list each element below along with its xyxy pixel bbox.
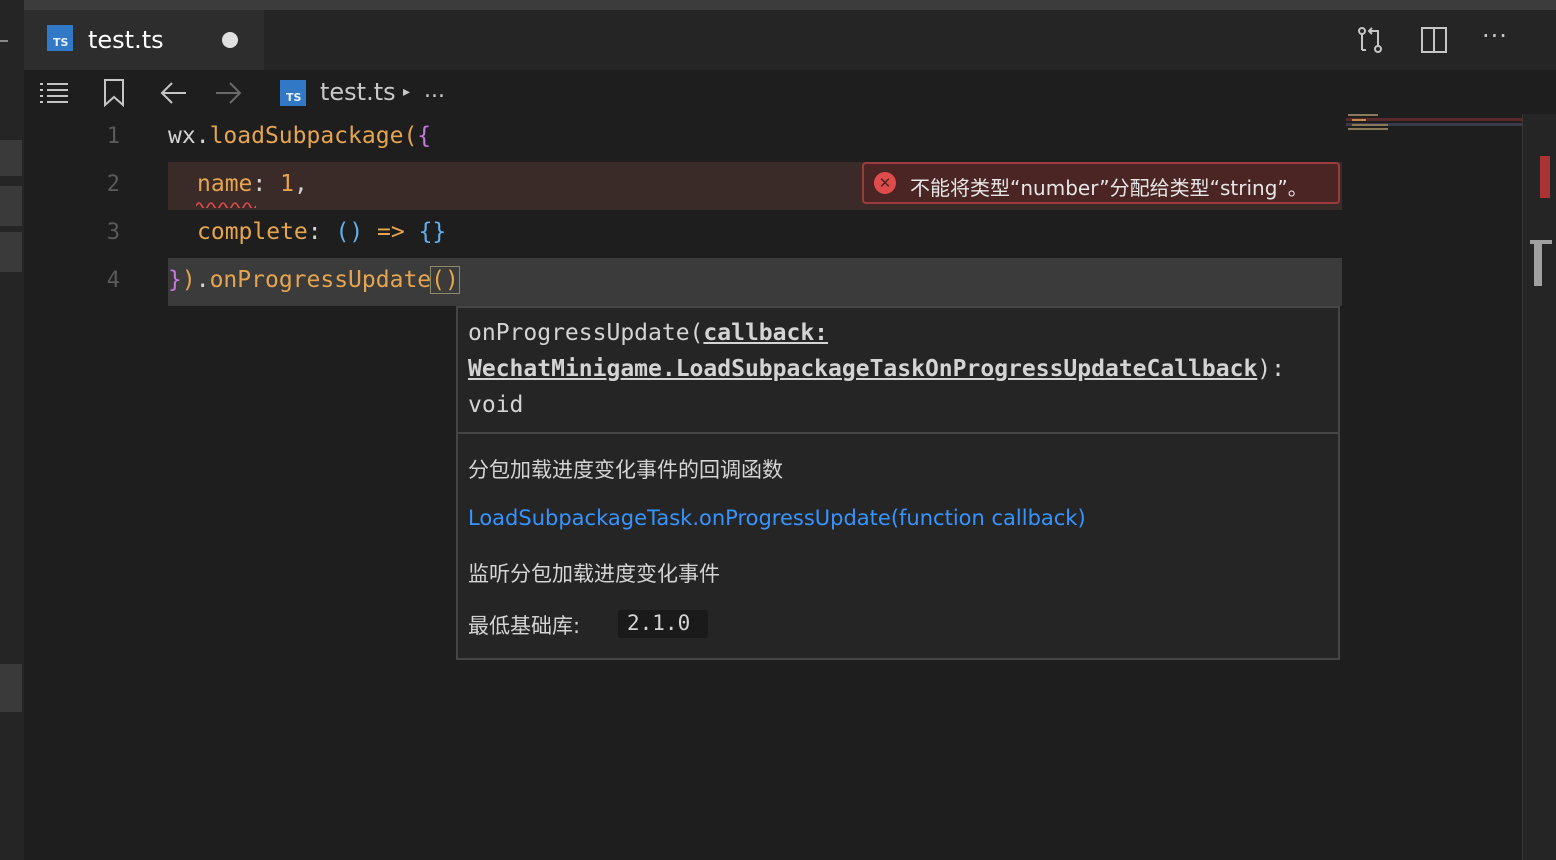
tab-label: test.ts — [88, 26, 164, 54]
unsaved-dot-icon[interactable] — [222, 32, 238, 48]
matched-parens: () — [430, 266, 460, 294]
code-line-2[interactable]: name: 1, — [197, 171, 308, 197]
split-editor-icon[interactable] — [1420, 26, 1448, 54]
go-forward-icon[interactable] — [214, 80, 244, 106]
docs-link[interactable]: LoadSubpackageTask.onProgressUpdate(func… — [468, 506, 1086, 530]
token: 1 — [280, 171, 294, 197]
token: complete — [197, 219, 308, 245]
token: . — [195, 267, 210, 293]
window-top-border — [0, 0, 1556, 10]
vertical-scrollbar[interactable] — [1522, 114, 1556, 860]
signature-param: callback: — [703, 320, 829, 346]
minimap[interactable] — [1346, 114, 1522, 134]
breadcrumb-file[interactable]: test.ts — [320, 78, 396, 106]
hover-divider — [458, 432, 1338, 434]
signature-name: onProgressUpdate( — [468, 320, 704, 346]
token: {} — [418, 219, 447, 245]
line-number: 2 — [106, 172, 120, 197]
signature-line-1: onProgressUpdate(callback: — [468, 320, 828, 346]
error-overview-marker — [1540, 156, 1550, 198]
min-lib-version: 2.1.0 — [627, 611, 691, 635]
token: name — [197, 171, 253, 197]
line-number: 3 — [106, 220, 120, 245]
token: : — [307, 219, 336, 245]
signature-type: WechatMinigame.LoadSubpackageTaskOnProgr… — [468, 356, 1258, 382]
min-lib-label: 最低基础库: — [468, 614, 581, 638]
typescript-file-icon: TS — [280, 80, 306, 106]
token: . — [195, 123, 210, 149]
more-actions-icon[interactable]: ··· — [1482, 22, 1508, 50]
activity-strip — [0, 0, 24, 860]
token: , — [293, 171, 308, 197]
breadcrumb — [24, 70, 1522, 114]
strip-block — [0, 140, 22, 176]
hover-detail: 监听分包加载进度变化事件 — [468, 562, 720, 586]
hover-description: 分包加载进度变化事件的回调函数 — [468, 458, 783, 482]
code-line-1[interactable]: wx.loadSubpackage({ — [168, 123, 431, 149]
error-icon: ✕ — [874, 172, 896, 194]
line-number: 1 — [106, 124, 120, 149]
signature-return: void — [468, 392, 524, 418]
token: => — [363, 219, 419, 245]
breadcrumb-more[interactable]: ... — [424, 78, 445, 103]
token: ( — [403, 123, 418, 149]
go-back-icon[interactable] — [158, 80, 188, 106]
error-squiggle — [196, 202, 256, 208]
typescript-file-icon: TS — [47, 25, 73, 51]
cursor-overview-marker — [1530, 240, 1552, 286]
token: wx — [168, 123, 196, 149]
strip-block — [0, 664, 22, 712]
strip-block — [0, 186, 22, 226]
code-line-4[interactable]: }).onProgressUpdate() — [168, 266, 460, 294]
strip-block — [0, 232, 22, 272]
line-number: 4 — [106, 268, 120, 293]
outline-list-icon[interactable] — [38, 80, 70, 106]
chevron-right-icon: ▸ — [403, 84, 411, 100]
error-message: 不能将类型“number”分配给类型“string”。 — [910, 176, 1308, 200]
bookmark-icon[interactable] — [102, 78, 126, 108]
signature-line-2: WechatMinigame.LoadSubpackageTaskOnProgr… — [468, 356, 1285, 382]
token: } — [168, 267, 182, 293]
token: ) — [181, 267, 196, 293]
token: onProgressUpdate — [209, 267, 432, 293]
token: () — [335, 219, 364, 245]
token: loadSubpackage — [209, 123, 404, 149]
signature-close: ): — [1257, 356, 1285, 382]
token: : — [252, 171, 281, 197]
token: { — [417, 123, 432, 149]
code-line-3[interactable]: complete: () => {} — [197, 219, 446, 245]
open-changes-icon[interactable] — [1354, 24, 1386, 56]
strip-dash — [0, 40, 8, 42]
